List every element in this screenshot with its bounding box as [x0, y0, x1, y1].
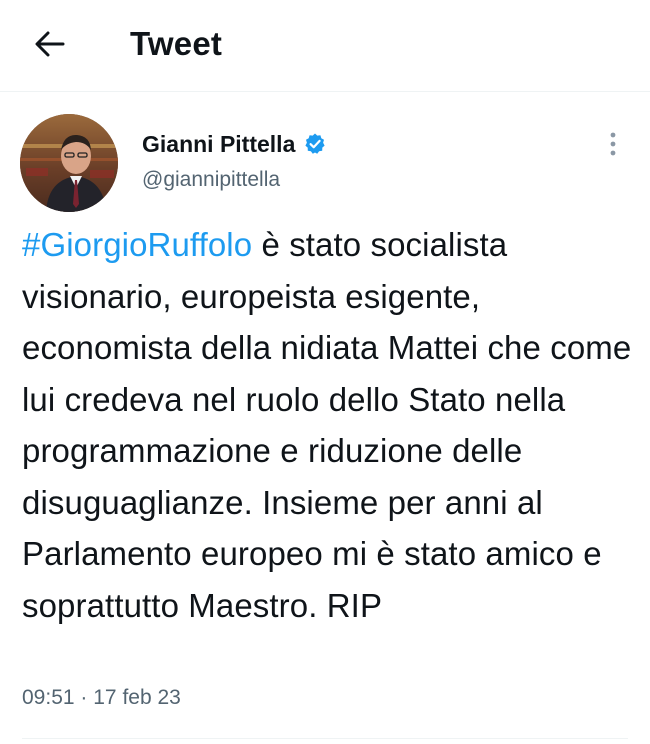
more-options-button[interactable] [598, 128, 628, 160]
arrow-left-icon [35, 31, 65, 57]
author-display-name[interactable]: Gianni Pittella [142, 131, 295, 158]
verified-badge-icon [303, 132, 327, 156]
avatar[interactable] [20, 114, 118, 212]
author-handle[interactable]: @giannipittella [142, 168, 327, 192]
more-vertical-icon [610, 132, 616, 156]
tweet-timestamp[interactable]: 09:51 · 17 feb 23 [22, 686, 181, 710]
tweet-body-text: è stato socialista visionario, europeist… [22, 226, 632, 624]
back-button[interactable] [28, 24, 72, 64]
tweet-date: 17 feb 23 [93, 686, 181, 709]
meta-separator: · [80, 686, 88, 709]
tweet-text: #GiorgioRuffolo è stato socialista visio… [22, 219, 632, 631]
tweet: Gianni Pittella @giannipittella #Giorgio… [0, 92, 650, 744]
author-block: Gianni Pittella @giannipittella [142, 128, 327, 192]
avatar-photo [20, 114, 118, 212]
page-title: Tweet [130, 25, 223, 62]
hashtag-link[interactable]: #GiorgioRuffolo [22, 226, 252, 263]
divider [22, 738, 628, 739]
tweet-time: 09:51 [22, 686, 75, 709]
top-bar: Tweet [0, 0, 650, 92]
author-name-row: Gianni Pittella [142, 128, 327, 160]
